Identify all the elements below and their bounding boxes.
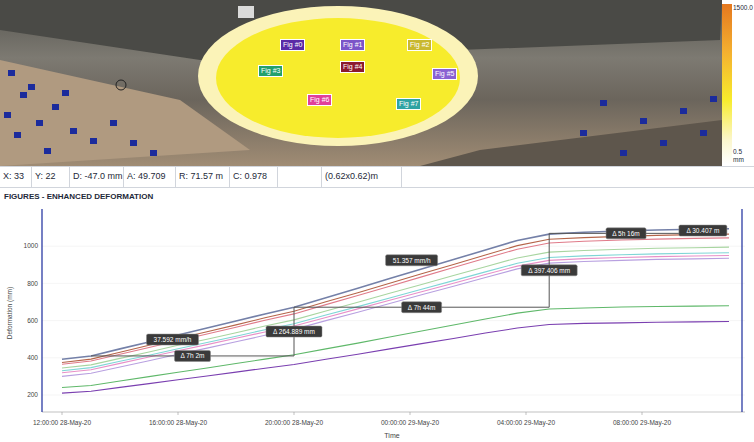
duration-label: Δ 7h 44m <box>402 302 442 313</box>
figure-marker[interactable]: Fig #1 <box>340 39 365 51</box>
x-tick: 04:00:00 29-May-20 <box>497 412 556 427</box>
x-axis-label: Time <box>384 432 399 439</box>
figure-marker[interactable]: Fig #4 <box>340 61 365 73</box>
figure-marker[interactable]: Fig #0 <box>280 39 305 51</box>
series-line[interactable] <box>62 234 729 362</box>
measurement[interactable]: 37.592 mm/h Δ 7h 2m Δ 264.889 mm <box>91 307 322 361</box>
status-cell: Y: 22 <box>32 167 70 187</box>
x-tick: 00:00:00 29-May-20 <box>381 412 440 427</box>
svg-text:Δ 264.889 mm: Δ 264.889 mm <box>273 328 315 335</box>
status-cell: D: -47.0 mm <box>70 167 124 187</box>
series-line[interactable] <box>62 256 729 373</box>
svg-text:04:00:00 29-May-20: 04:00:00 29-May-20 <box>497 419 556 427</box>
series-line[interactable] <box>62 306 729 388</box>
svg-text:08:00:00 29-May-20: 08:00:00 29-May-20 <box>613 419 672 427</box>
delta-label: Δ 397.406 mm <box>521 265 577 276</box>
y-tick: 800 <box>27 280 745 287</box>
y-tick: 200 <box>27 391 745 398</box>
rate-label: 51.357 mm/h <box>386 255 438 266</box>
scale-unit: mm <box>733 156 754 164</box>
deformation-overlay <box>0 0 722 166</box>
svg-text:Δ 30.407 m: Δ 30.407 m <box>686 227 719 234</box>
figure-marker[interactable]: Fig #6 <box>307 94 332 106</box>
status-cell: X: 33 <box>0 167 32 187</box>
svg-text:20:00:00 28-May-20: 20:00:00 28-May-20 <box>265 419 324 427</box>
x-tick: 12:00:00 28-May-20 <box>33 412 92 427</box>
delta-label: Δ 30.407 m <box>679 225 727 236</box>
duration-label: Δ 5h 16m <box>606 228 646 239</box>
scale-min: 0.5 <box>733 148 754 156</box>
map-panel: Fig #0 Fig #1 Fig #2 Fig #3 Fig #4 Fig #5 Fig … <box>0 0 754 166</box>
svg-text:Δ 5h 16m: Δ 5h 16m <box>612 230 639 237</box>
color-scale-bar <box>722 4 732 164</box>
svg-text:37.592 mm/h: 37.592 mm/h <box>154 336 192 343</box>
svg-text:400: 400 <box>27 354 38 361</box>
svg-text:1000: 1000 <box>24 242 39 249</box>
app: Fig #0 Fig #1 Fig #2 Fig #3 Fig #4 Fig #5 Fig … <box>0 0 754 442</box>
svg-text:Δ 7h 2m: Δ 7h 2m <box>181 352 205 359</box>
svg-text:600: 600 <box>27 317 38 324</box>
svg-text:Δ 7h 44m: Δ 7h 44m <box>408 304 435 311</box>
svg-text:200: 200 <box>27 391 38 398</box>
y-axis-label: Deformation (mm) <box>6 287 14 339</box>
duration-label: Δ 7h 2m <box>175 350 211 361</box>
status-cell: A: 49.709 <box>124 167 176 187</box>
deformation-chart[interactable]: 200 400 600 800 1000 Deformation (mm) 12:00:00… <box>0 205 754 442</box>
x-tick: 08:00:00 29-May-20 <box>613 412 672 427</box>
series-line[interactable] <box>62 229 729 360</box>
svg-text:00:00:00 29-May-20: 00:00:00 29-May-20 <box>381 419 440 427</box>
svg-text:Δ 397.406 mm: Δ 397.406 mm <box>528 267 570 274</box>
svg-text:800: 800 <box>27 280 38 287</box>
color-scale: 1500.0 0.5mm <box>722 0 754 166</box>
cursor-line[interactable] <box>741 209 742 412</box>
figure-marker[interactable]: Fig #2 <box>407 39 432 51</box>
scale-max: 1500.0 <box>733 4 754 12</box>
delta-label: Δ 264.889 mm <box>266 326 322 337</box>
status-cell: (0.62x0.62)m <box>322 167 402 187</box>
status-cell: C: 0.978 <box>230 167 278 187</box>
measurement[interactable]: Δ 5h 16m Δ 30.407 m <box>549 225 727 239</box>
figure-marker[interactable]: Fig #5 <box>432 68 457 80</box>
svg-text:12:00:00 28-May-20: 12:00:00 28-May-20 <box>33 419 92 427</box>
rate-label: 37.592 mm/h <box>147 334 199 345</box>
figure-marker[interactable]: Fig #3 <box>258 65 283 77</box>
status-bar: X: 33Y: 22D: -47.0 mmA: 49.709R: 71.57 m… <box>0 166 754 188</box>
svg-text:16:00:00 28-May-20: 16:00:00 28-May-20 <box>149 419 208 427</box>
chart-title: FIGURES - ENHANCED DEFORMATION <box>0 188 754 205</box>
x-tick: 20:00:00 28-May-20 <box>265 412 324 427</box>
figure-marker[interactable]: Fig #7 <box>396 98 421 110</box>
series-line[interactable] <box>62 238 729 364</box>
svg-text:51.357 mm/h: 51.357 mm/h <box>393 257 431 264</box>
measurement[interactable]: 51.357 mm/h Δ 7h 44m Δ 397.406 mm <box>294 233 577 312</box>
pit-photo[interactable]: Fig #0 Fig #1 Fig #2 Fig #3 Fig #4 Fig #5 Fig … <box>0 0 722 166</box>
x-tick: 16:00:00 28-May-20 <box>149 412 208 427</box>
status-cell: R: 71.57 m <box>176 167 230 187</box>
cursor-line[interactable] <box>41 209 42 412</box>
series-line[interactable] <box>62 253 729 371</box>
